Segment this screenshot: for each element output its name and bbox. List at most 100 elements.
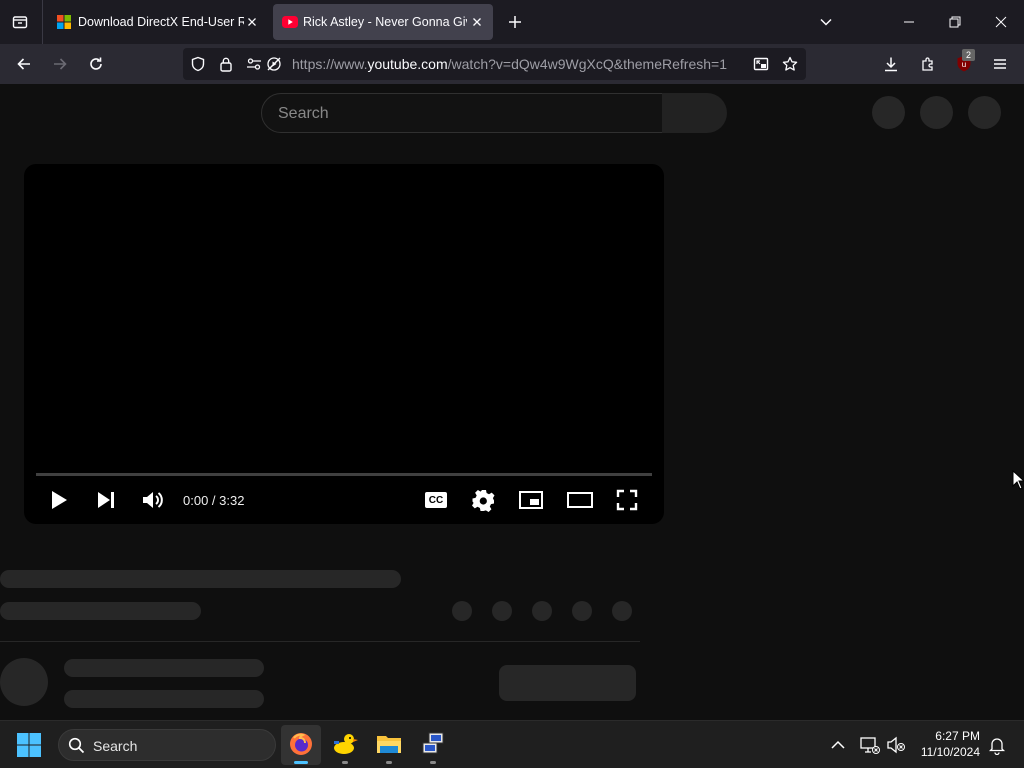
lock-icon[interactable] bbox=[218, 56, 234, 72]
tab-title: Rick Astley - Never Gonna Give bbox=[303, 15, 467, 29]
close-tab-icon[interactable] bbox=[469, 14, 485, 30]
duck-app-icon bbox=[334, 734, 358, 754]
reload-icon bbox=[90, 57, 102, 70]
play-icon bbox=[52, 491, 67, 509]
plus-icon bbox=[509, 16, 521, 28]
chevron-up-icon bbox=[831, 740, 845, 749]
progress-bar[interactable] bbox=[36, 473, 652, 476]
fullscreen-icon bbox=[616, 489, 638, 511]
tab-title: Download DirectX End-User Ru bbox=[78, 15, 244, 29]
bell-icon bbox=[988, 738, 1006, 755]
taskbar-app-duck[interactable] bbox=[325, 725, 365, 765]
windows-logo-icon bbox=[17, 733, 41, 757]
puzzle-icon bbox=[922, 57, 933, 71]
taskbar-search-box[interactable]: Search bbox=[58, 729, 276, 761]
header-icon-placeholder[interactable] bbox=[920, 96, 953, 129]
close-tab-icon[interactable] bbox=[244, 14, 260, 30]
navigation-toolbar: https://www.youtube.com/watch?v=dQw4w9Wg… bbox=[0, 44, 1024, 84]
next-button[interactable] bbox=[95, 489, 117, 511]
network-status-button[interactable] bbox=[860, 735, 880, 755]
forward-button[interactable] bbox=[46, 50, 74, 78]
show-hidden-icons-button[interactable] bbox=[828, 735, 848, 755]
picture-in-picture-icon[interactable] bbox=[753, 56, 769, 72]
taskbar-app-network-tool[interactable] bbox=[413, 725, 453, 765]
channel-avatar-skeleton bbox=[0, 658, 48, 706]
tab-separator bbox=[42, 0, 43, 44]
mute-button[interactable] bbox=[141, 489, 165, 511]
system-clock[interactable]: 6:27 PM 11/10/2024 bbox=[912, 728, 988, 762]
taskbar-app-file-explorer[interactable] bbox=[369, 725, 409, 765]
gear-icon bbox=[472, 490, 495, 512]
microsoft-logo-icon bbox=[57, 15, 71, 29]
tab-strip: Download DirectX End-User Ru Rick Astley… bbox=[0, 0, 1024, 44]
mouse-cursor bbox=[1012, 470, 1024, 490]
fullscreen-button[interactable] bbox=[616, 489, 638, 511]
back-button[interactable] bbox=[10, 50, 38, 78]
extensions-button[interactable] bbox=[914, 50, 942, 78]
file-explorer-icon bbox=[377, 736, 401, 753]
close-window-button[interactable] bbox=[978, 0, 1024, 44]
action-skeleton bbox=[612, 601, 632, 621]
start-button[interactable] bbox=[16, 732, 42, 758]
minimize-button[interactable] bbox=[886, 0, 932, 44]
running-app-indicator bbox=[342, 761, 348, 764]
reload-button[interactable] bbox=[82, 50, 110, 78]
subscribe-skeleton bbox=[499, 665, 636, 701]
tab-youtube[interactable]: Rick Astley - Never Gonna Give bbox=[273, 4, 493, 40]
url-prefix: https://www. bbox=[292, 56, 368, 72]
network-disconnected-icon bbox=[860, 737, 880, 754]
new-tab-button[interactable] bbox=[502, 9, 528, 35]
notifications-button[interactable] bbox=[987, 735, 1007, 755]
volume-muted-icon bbox=[887, 736, 905, 754]
search-placeholder: Search bbox=[278, 105, 329, 122]
video-player[interactable]: 0:00 / 3:32 CC bbox=[24, 164, 664, 524]
firefox-icon bbox=[290, 733, 312, 755]
theater-mode-button[interactable] bbox=[567, 489, 593, 511]
restore-button[interactable] bbox=[932, 0, 978, 44]
close-icon bbox=[995, 16, 1007, 28]
miniplayer-button[interactable] bbox=[519, 489, 543, 511]
volume-status-button[interactable] bbox=[886, 735, 906, 755]
app-menu-button[interactable] bbox=[986, 50, 1014, 78]
url-bar[interactable]: https://www.youtube.com/watch?v=dQw4w9Wg… bbox=[183, 48, 806, 80]
download-icon bbox=[885, 57, 897, 72]
minimize-icon bbox=[904, 21, 914, 23]
arrow-right-icon bbox=[54, 58, 67, 70]
active-app-indicator bbox=[294, 761, 308, 764]
skip-next-icon bbox=[98, 492, 114, 508]
subtitle-skeleton bbox=[0, 602, 201, 620]
hamburger-menu-icon bbox=[994, 59, 1006, 69]
bookmark-star-icon[interactable] bbox=[782, 56, 798, 72]
subtitles-button[interactable]: CC bbox=[424, 489, 448, 511]
svg-text:u: u bbox=[962, 60, 966, 69]
clock-date: 11/10/2024 bbox=[920, 745, 980, 759]
settings-button[interactable] bbox=[472, 489, 496, 513]
permissions-icon[interactable] bbox=[246, 56, 262, 72]
divider bbox=[0, 641, 640, 642]
list-all-tabs-button[interactable] bbox=[813, 9, 839, 35]
title-skeleton bbox=[0, 570, 401, 588]
url-text[interactable]: https://www.youtube.com/watch?v=dQw4w9Wg… bbox=[292, 56, 732, 72]
taskbar-search-label: Search bbox=[93, 738, 138, 754]
youtube-search-button[interactable] bbox=[662, 93, 727, 133]
chevron-down-icon bbox=[820, 18, 832, 26]
play-button[interactable] bbox=[48, 489, 70, 511]
youtube-search-input[interactable]: Search bbox=[261, 93, 663, 133]
cc-label: CC bbox=[428, 495, 444, 506]
ublock-extension-button[interactable]: u 2 bbox=[950, 49, 978, 78]
channel-name-skeleton bbox=[64, 659, 264, 677]
url-domain: youtube.com bbox=[367, 56, 448, 72]
time-display: 0:00 / 3:32 bbox=[183, 493, 245, 508]
header-avatar-placeholder[interactable] bbox=[968, 96, 1001, 129]
header-icon-placeholder[interactable] bbox=[872, 96, 905, 129]
firefox-view-icon[interactable] bbox=[6, 9, 34, 35]
autoplay-blocked-icon[interactable] bbox=[266, 56, 282, 72]
miniplayer-icon bbox=[519, 491, 543, 509]
tab-directx[interactable]: Download DirectX End-User Ru bbox=[48, 4, 268, 40]
volume-icon bbox=[143, 492, 163, 508]
downloads-button[interactable] bbox=[877, 50, 905, 78]
youtube-page: Search 0:00 / 3:32 CC bbox=[0, 84, 1024, 720]
taskbar-app-firefox[interactable] bbox=[281, 725, 321, 765]
shield-icon[interactable] bbox=[190, 56, 206, 72]
restore-icon bbox=[949, 16, 961, 28]
